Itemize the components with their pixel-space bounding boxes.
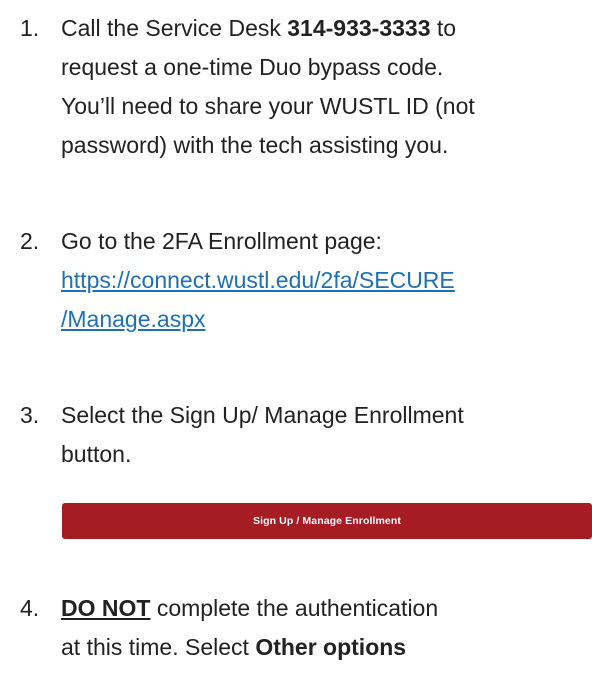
step-text: Select the Sign Up/ Manage Enrollment bu… xyxy=(61,396,586,474)
step-line: at this time. Select Other options xyxy=(61,628,586,667)
step-line: You’ll need to share your WUSTL ID (not xyxy=(61,93,475,119)
step-text: DO NOT complete the authentication at th… xyxy=(61,589,586,667)
step-line: DO NOT complete the authentication xyxy=(61,589,586,628)
step-line: Select the Sign Up/ Manage Enrollment xyxy=(61,402,464,428)
step-line: password) with the tech assisting you. xyxy=(61,132,449,158)
step-number: 4. xyxy=(20,595,40,621)
enrollment-page-link[interactable]: https://connect.wustl.edu/2fa/SECURE xyxy=(61,261,586,300)
enrollment-page-link-continued[interactable]: /Manage.aspx xyxy=(61,300,586,339)
step-text: Go to the 2FA Enrollment page: https://c… xyxy=(61,222,586,339)
instruction-document: 1. Call the Service Desk 314-933-3333 to… xyxy=(0,0,592,676)
step-number: 1. xyxy=(20,15,40,41)
sign-up-manage-enrollment-button[interactable]: Sign Up / Manage Enrollment xyxy=(62,503,592,539)
step-text: Call the Service Desk 314-933-3333 to re… xyxy=(61,9,586,165)
text-segment: complete the authentication xyxy=(150,595,439,621)
step-number: 3. xyxy=(20,402,40,428)
phone-number: 314-933-3333 xyxy=(287,15,431,41)
text-segment: to xyxy=(430,15,457,41)
step-line: button. xyxy=(61,441,132,467)
link-text: https://connect.wustl.edu/2fa/SECURE xyxy=(61,267,455,293)
text-segment: Call the Service Desk xyxy=(61,15,288,41)
link-text: /Manage.aspx xyxy=(61,306,206,332)
step-line: Go to the 2FA Enrollment page: xyxy=(61,228,382,254)
text-segment: at this time. Select xyxy=(61,634,256,660)
other-options-text: Other options xyxy=(255,634,407,660)
step-number: 2. xyxy=(20,228,40,254)
step-line: Call the Service Desk 314-933-3333 to xyxy=(61,9,586,48)
step-line: request a one-time Duo bypass code. xyxy=(61,54,444,80)
warning-text: DO NOT xyxy=(61,595,151,621)
